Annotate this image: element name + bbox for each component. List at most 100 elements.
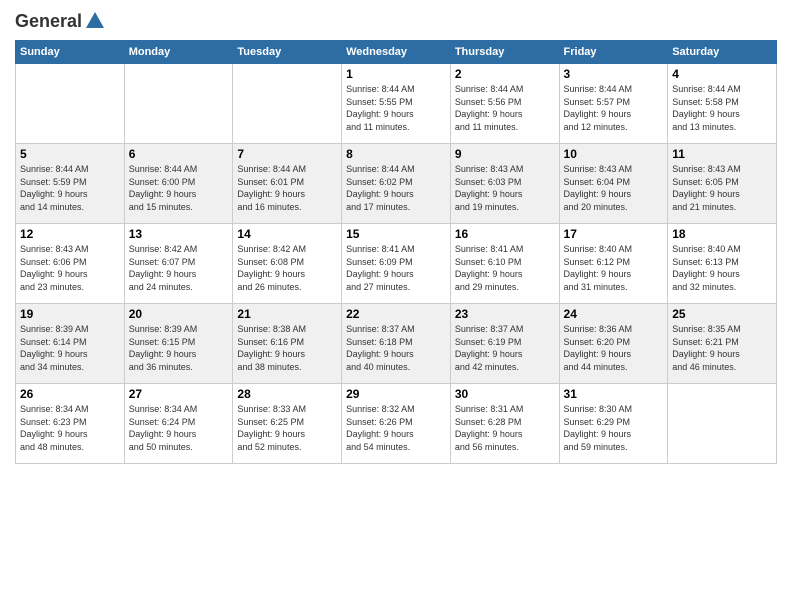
- day-info: Sunrise: 8:34 AM Sunset: 6:23 PM Dayligh…: [20, 403, 120, 453]
- calendar-week-1: 1 Sunrise: 8:44 AM Sunset: 5:55 PM Daylig…: [16, 64, 777, 144]
- day-number: 9: [455, 147, 555, 161]
- header-area: General: [15, 10, 777, 32]
- calendar-cell: 10 Sunrise: 8:43 AM Sunset: 6:04 PM Dayli…: [559, 144, 668, 224]
- calendar-cell: 12 Sunrise: 8:43 AM Sunset: 6:06 PM Dayli…: [16, 224, 125, 304]
- day-number: 11: [672, 147, 772, 161]
- day-info: Sunrise: 8:39 AM Sunset: 6:15 PM Dayligh…: [129, 323, 229, 373]
- calendar-cell: 19 Sunrise: 8:39 AM Sunset: 6:14 PM Dayli…: [16, 304, 125, 384]
- day-number: 23: [455, 307, 555, 321]
- calendar-cell: 4 Sunrise: 8:44 AM Sunset: 5:58 PM Daylig…: [668, 64, 777, 144]
- day-number: 16: [455, 227, 555, 241]
- calendar-cell: [16, 64, 125, 144]
- calendar-cell: 18Sunrise: 8:40 AM Sunset: 6:13 PM Dayli…: [668, 224, 777, 304]
- day-number: 28: [237, 387, 337, 401]
- calendar-cell: 15 Sunrise: 8:41 AM Sunset: 6:09 PM Dayli…: [342, 224, 451, 304]
- day-info: Sunrise: 8:37 AM Sunset: 6:19 PM Dayligh…: [455, 323, 555, 373]
- day-info: Sunrise: 8:38 AM Sunset: 6:16 PM Dayligh…: [237, 323, 337, 373]
- calendar-cell: 9 Sunrise: 8:43 AM Sunset: 6:03 PM Daylig…: [450, 144, 559, 224]
- day-number: 6: [129, 147, 229, 161]
- day-number: 22: [346, 307, 446, 321]
- day-info: Sunrise: 8:44 AM Sunset: 6:01 PM Dayligh…: [237, 163, 337, 213]
- calendar-cell: 24 Sunrise: 8:36 AM Sunset: 6:20 PM Dayli…: [559, 304, 668, 384]
- day-number: 1: [346, 67, 446, 81]
- weekday-wednesday: Wednesday: [342, 41, 451, 64]
- calendar-cell: 13Sunrise: 8:42 AM Sunset: 6:07 PM Dayli…: [124, 224, 233, 304]
- calendar-cell: 7 Sunrise: 8:44 AM Sunset: 6:01 PM Daylig…: [233, 144, 342, 224]
- calendar-cell: 25Sunrise: 8:35 AM Sunset: 6:21 PM Dayli…: [668, 304, 777, 384]
- weekday-saturday: Saturday: [668, 41, 777, 64]
- day-number: 18: [672, 227, 772, 241]
- day-number: 31: [564, 387, 664, 401]
- day-number: 26: [20, 387, 120, 401]
- calendar-cell: [668, 384, 777, 464]
- calendar-week-5: 26 Sunrise: 8:34 AM Sunset: 6:23 PM Dayli…: [16, 384, 777, 464]
- logo-icon: [84, 10, 106, 32]
- page-container: General SundayMondayTuesdayWednesdayThur…: [0, 0, 792, 474]
- day-info: Sunrise: 8:41 AM Sunset: 6:09 PM Dayligh…: [346, 243, 446, 293]
- day-info: Sunrise: 8:44 AM Sunset: 5:55 PM Dayligh…: [346, 83, 446, 133]
- calendar-cell: 17 Sunrise: 8:40 AM Sunset: 6:12 PM Dayli…: [559, 224, 668, 304]
- day-info: Sunrise: 8:42 AM Sunset: 6:07 PM Dayligh…: [129, 243, 229, 293]
- weekday-friday: Friday: [559, 41, 668, 64]
- day-info: Sunrise: 8:44 AM Sunset: 5:58 PM Dayligh…: [672, 83, 772, 133]
- day-info: Sunrise: 8:41 AM Sunset: 6:10 PM Dayligh…: [455, 243, 555, 293]
- day-info: Sunrise: 8:35 AM Sunset: 6:21 PM Dayligh…: [672, 323, 772, 373]
- calendar-cell: 27 Sunrise: 8:34 AM Sunset: 6:24 PM Dayli…: [124, 384, 233, 464]
- calendar-cell: 22 Sunrise: 8:37 AM Sunset: 6:18 PM Dayli…: [342, 304, 451, 384]
- day-info: Sunrise: 8:42 AM Sunset: 6:08 PM Dayligh…: [237, 243, 337, 293]
- day-number: 30: [455, 387, 555, 401]
- day-number: 12: [20, 227, 120, 241]
- calendar-cell: 14 Sunrise: 8:42 AM Sunset: 6:08 PM Dayli…: [233, 224, 342, 304]
- logo: General: [15, 10, 108, 32]
- day-info: Sunrise: 8:36 AM Sunset: 6:20 PM Dayligh…: [564, 323, 664, 373]
- weekday-thursday: Thursday: [450, 41, 559, 64]
- day-info: Sunrise: 8:44 AM Sunset: 6:02 PM Dayligh…: [346, 163, 446, 213]
- day-info: Sunrise: 8:43 AM Sunset: 6:03 PM Dayligh…: [455, 163, 555, 213]
- day-number: 21: [237, 307, 337, 321]
- day-number: 14: [237, 227, 337, 241]
- calendar-cell: 26 Sunrise: 8:34 AM Sunset: 6:23 PM Dayli…: [16, 384, 125, 464]
- day-info: Sunrise: 8:40 AM Sunset: 6:12 PM Dayligh…: [564, 243, 664, 293]
- day-info: Sunrise: 8:44 AM Sunset: 5:56 PM Dayligh…: [455, 83, 555, 133]
- calendar-cell: 20 Sunrise: 8:39 AM Sunset: 6:15 PM Dayli…: [124, 304, 233, 384]
- weekday-sunday: Sunday: [16, 41, 125, 64]
- day-info: Sunrise: 8:44 AM Sunset: 5:59 PM Dayligh…: [20, 163, 120, 213]
- calendar-cell: 2 Sunrise: 8:44 AM Sunset: 5:56 PM Daylig…: [450, 64, 559, 144]
- calendar-cell: 3Sunrise: 8:44 AM Sunset: 5:57 PM Daylig…: [559, 64, 668, 144]
- day-info: Sunrise: 8:34 AM Sunset: 6:24 PM Dayligh…: [129, 403, 229, 453]
- day-number: 10: [564, 147, 664, 161]
- calendar-cell: 8Sunrise: 8:44 AM Sunset: 6:02 PM Daylig…: [342, 144, 451, 224]
- day-info: Sunrise: 8:32 AM Sunset: 6:26 PM Dayligh…: [346, 403, 446, 453]
- day-info: Sunrise: 8:31 AM Sunset: 6:28 PM Dayligh…: [455, 403, 555, 453]
- day-number: 2: [455, 67, 555, 81]
- day-number: 17: [564, 227, 664, 241]
- calendar-cell: 31Sunrise: 8:30 AM Sunset: 6:29 PM Dayli…: [559, 384, 668, 464]
- day-number: 7: [237, 147, 337, 161]
- day-info: Sunrise: 8:39 AM Sunset: 6:14 PM Dayligh…: [20, 323, 120, 373]
- day-info: Sunrise: 8:43 AM Sunset: 6:05 PM Dayligh…: [672, 163, 772, 213]
- calendar-week-2: 5Sunrise: 8:44 AM Sunset: 5:59 PM Daylig…: [16, 144, 777, 224]
- calendar-cell: 5Sunrise: 8:44 AM Sunset: 5:59 PM Daylig…: [16, 144, 125, 224]
- calendar-cell: [124, 64, 233, 144]
- day-info: Sunrise: 8:43 AM Sunset: 6:06 PM Dayligh…: [20, 243, 120, 293]
- calendar-cell: 30 Sunrise: 8:31 AM Sunset: 6:28 PM Dayli…: [450, 384, 559, 464]
- calendar-week-4: 19 Sunrise: 8:39 AM Sunset: 6:14 PM Dayli…: [16, 304, 777, 384]
- day-number: 3: [564, 67, 664, 81]
- weekday-tuesday: Tuesday: [233, 41, 342, 64]
- day-number: 19: [20, 307, 120, 321]
- day-info: Sunrise: 8:44 AM Sunset: 6:00 PM Dayligh…: [129, 163, 229, 213]
- calendar-cell: 11 Sunrise: 8:43 AM Sunset: 6:05 PM Dayli…: [668, 144, 777, 224]
- day-number: 15: [346, 227, 446, 241]
- day-number: 20: [129, 307, 229, 321]
- day-info: Sunrise: 8:37 AM Sunset: 6:18 PM Dayligh…: [346, 323, 446, 373]
- day-number: 24: [564, 307, 664, 321]
- calendar-cell: 16 Sunrise: 8:41 AM Sunset: 6:10 PM Dayli…: [450, 224, 559, 304]
- calendar-cell: 21 Sunrise: 8:38 AM Sunset: 6:16 PM Dayli…: [233, 304, 342, 384]
- day-number: 27: [129, 387, 229, 401]
- day-number: 29: [346, 387, 446, 401]
- calendar-cell: [233, 64, 342, 144]
- calendar-cell: 23 Sunrise: 8:37 AM Sunset: 6:19 PM Dayli…: [450, 304, 559, 384]
- day-number: 4: [672, 67, 772, 81]
- day-info: Sunrise: 8:43 AM Sunset: 6:04 PM Dayligh…: [564, 163, 664, 213]
- day-info: Sunrise: 8:33 AM Sunset: 6:25 PM Dayligh…: [237, 403, 337, 453]
